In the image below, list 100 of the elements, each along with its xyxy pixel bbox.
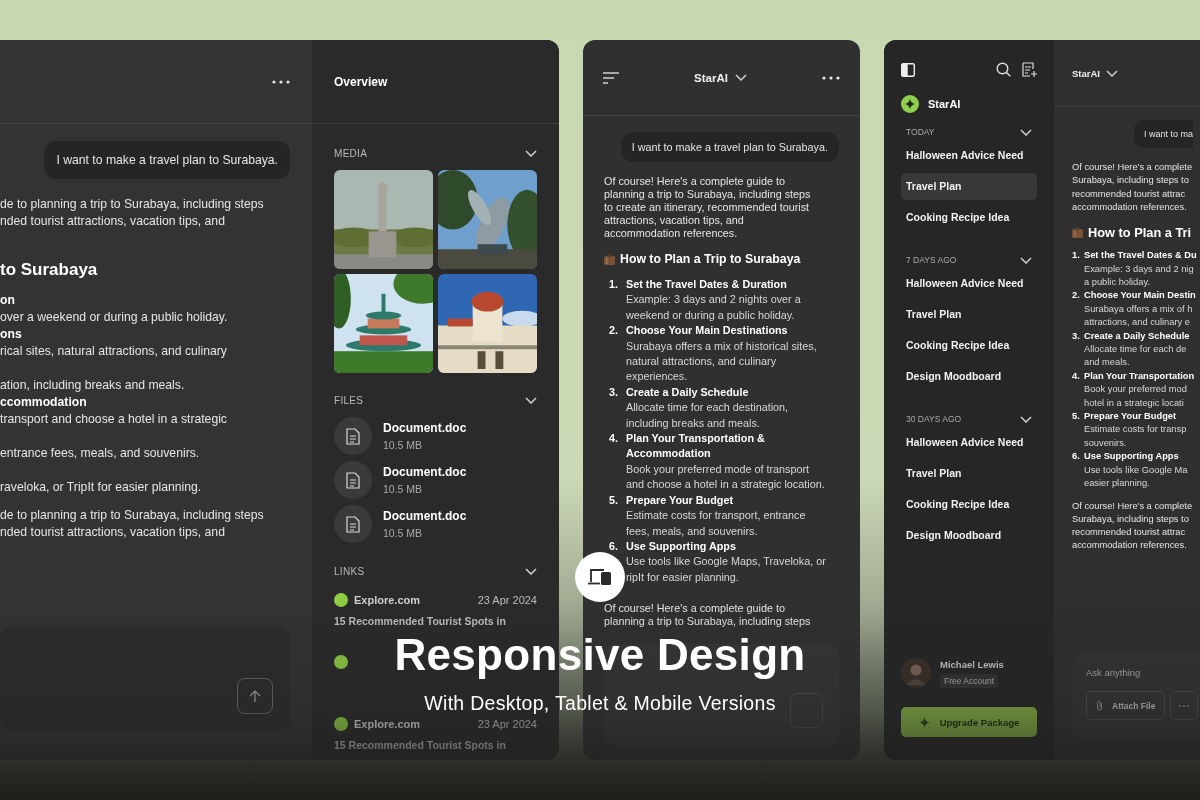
step-number: 3. bbox=[1072, 329, 1081, 343]
message-text: Surabaya, including steps to bbox=[1072, 512, 1190, 526]
message-text: planning a trip to Surabaya, including steps bbox=[604, 188, 812, 201]
section-label: MEDIA bbox=[334, 148, 368, 159]
user-name: Michael Lewis bbox=[940, 658, 1004, 670]
document-icon[interactable] bbox=[334, 505, 372, 543]
step-title: Create a Daily Schedule bbox=[626, 384, 750, 400]
step-text: Example: 3 days and 2 nig bbox=[1084, 262, 1195, 276]
send-button[interactable] bbox=[237, 678, 273, 714]
user-message: I want to make a travel plan to Surabaya. bbox=[44, 141, 290, 179]
more-icon[interactable] bbox=[822, 75, 840, 80]
step-number: 2. bbox=[609, 323, 619, 339]
chevron-down-icon[interactable] bbox=[1106, 69, 1118, 77]
message-input[interactable]: Ask anything bbox=[1086, 667, 1196, 678]
link-site[interactable]: Explore.com bbox=[354, 594, 421, 606]
step-title: ccommodation bbox=[0, 394, 88, 411]
message-heading: How to Plan a Tri bbox=[1088, 225, 1192, 241]
chevron-down-icon[interactable] bbox=[525, 397, 537, 404]
step-text: easier planning. bbox=[1084, 477, 1151, 491]
banner-subtitle: With Desktop, Tablet & Mobile Versions bbox=[424, 692, 776, 714]
step-text: Estimate costs for transp bbox=[1084, 423, 1187, 437]
search-icon[interactable] bbox=[996, 62, 1011, 77]
step-number: 1. bbox=[1072, 249, 1081, 263]
file-name[interactable]: Document.doc bbox=[383, 421, 467, 435]
step-text: souvenirs. bbox=[1084, 436, 1128, 450]
step-text: raveloka, or TripIt for easier planning. bbox=[0, 479, 203, 496]
chat-history-item[interactable]: Design Moodboard bbox=[901, 363, 1037, 390]
attach-button[interactable]: Attach File bbox=[1086, 691, 1166, 720]
document-icon[interactable] bbox=[334, 417, 372, 455]
menu-icon[interactable] bbox=[603, 71, 619, 84]
chevron-down-icon[interactable] bbox=[734, 74, 747, 81]
section-label: FILES bbox=[334, 395, 364, 406]
message-text: Of course! Here's a complete guide to bbox=[604, 602, 786, 616]
message-text: Of course! Here's a complete bbox=[1072, 499, 1194, 513]
chevron-down-icon[interactable] bbox=[1020, 415, 1032, 423]
app-name[interactable]: StarAI bbox=[694, 71, 728, 84]
new-chat-icon[interactable] bbox=[1022, 62, 1037, 77]
step-title: Create a Daily Schedule bbox=[1084, 329, 1190, 343]
step-text: including breaks and meals. bbox=[626, 415, 761, 431]
chat-history-item[interactable]: Halloween Advice Need bbox=[901, 142, 1037, 169]
message-text: accommodation references. bbox=[1072, 539, 1188, 553]
step-title: Choose Your Main Destin bbox=[1084, 289, 1196, 303]
file-size: 10.5 MB bbox=[383, 439, 424, 451]
group-label: TODAY bbox=[906, 127, 935, 137]
message-text: nded tourist attractions, vacation tips, and bbox=[0, 524, 226, 541]
message-text: accommodation references. bbox=[1072, 200, 1188, 214]
logo-icon bbox=[901, 95, 919, 113]
plan-badge: Free Account bbox=[940, 673, 999, 688]
link-title[interactable]: 15 Recommended Tourist Spots in bbox=[334, 615, 537, 628]
step-number: 1. bbox=[609, 277, 619, 292]
step-text: Allocate time for each destination, bbox=[626, 400, 789, 416]
group-label: 7 DAYS AGO bbox=[906, 255, 957, 265]
chat-history-item[interactable]: Cooking Recipe Idea bbox=[901, 491, 1037, 518]
message-text: attractions, vacation tips, and bbox=[604, 214, 745, 227]
chat-history-item[interactable]: Cooking Recipe Idea bbox=[901, 332, 1037, 359]
step-text: Estimate costs for transport, entrance bbox=[626, 508, 806, 524]
message-text: de to planning a trip to Surabaya, including steps bbox=[0, 196, 265, 213]
sidebar-toggle-icon[interactable] bbox=[901, 62, 915, 77]
chevron-down-icon[interactable] bbox=[1020, 128, 1032, 136]
site-icon bbox=[334, 593, 348, 607]
file-name[interactable]: Document.doc bbox=[383, 465, 467, 479]
chat-history-item[interactable]: Travel Plan bbox=[901, 173, 1037, 200]
link-site[interactable]: Explore.com bbox=[354, 718, 421, 730]
message-text: nded tourist attractions, vacation tips, and bbox=[0, 213, 226, 230]
paperclip-icon bbox=[1096, 700, 1103, 711]
step-text: Example: 3 days and 2 nights over a bbox=[626, 292, 801, 308]
step-text: natural attractions, and culinary bbox=[626, 354, 778, 370]
more-icon[interactable] bbox=[272, 79, 290, 84]
step-text: experiences. bbox=[626, 369, 689, 385]
chevron-down-icon[interactable] bbox=[1020, 256, 1032, 264]
step-title: Set the Travel Dates & Du bbox=[1084, 249, 1197, 263]
chat-history-item[interactable]: Cooking Recipe Idea bbox=[901, 204, 1037, 231]
chevron-down-icon[interactable] bbox=[525, 568, 537, 575]
step-title: Use Supporting Apps bbox=[1084, 450, 1180, 464]
link-date: 23 Apr 2024 bbox=[477, 594, 537, 606]
step-number: 5. bbox=[609, 492, 619, 508]
message-heading: How to Plan a Trip to Surabaya bbox=[620, 252, 801, 266]
step-text: Surabaya offers a mix of h bbox=[1084, 302, 1194, 316]
chat-history-item[interactable]: Halloween Advice Need bbox=[901, 429, 1037, 456]
app-name[interactable]: StarAI bbox=[1072, 67, 1100, 79]
document-icon[interactable] bbox=[334, 461, 372, 499]
step-number: 6. bbox=[609, 538, 619, 554]
step-number: 6. bbox=[1072, 450, 1081, 464]
step-title: Set the Travel Dates & Duration bbox=[626, 277, 788, 292]
step-text: fees, meals, and souvenirs. bbox=[626, 523, 759, 539]
step-number: 3. bbox=[609, 384, 619, 400]
chat-history-item[interactable]: Travel Plan bbox=[901, 460, 1037, 487]
chat-history-item[interactable]: Travel Plan bbox=[901, 301, 1037, 328]
file-name[interactable]: Document.doc bbox=[383, 509, 467, 523]
step-text: Surabaya offers a mix of historical sites, bbox=[626, 338, 817, 354]
step-text: and choose a hotel in a strategic location. bbox=[626, 477, 825, 493]
step-text: Use tools like Google Maps, Traveloka, or bbox=[626, 554, 826, 570]
step-text: Book your preferred mod bbox=[1084, 383, 1188, 397]
chat-history-item[interactable]: Halloween Advice Need bbox=[901, 270, 1037, 297]
step-title: Accommodation bbox=[626, 446, 712, 462]
message-input[interactable] bbox=[0, 627, 290, 730]
message-text: Of course! Here's a complete bbox=[1072, 161, 1194, 174]
user-message: I want to ma bbox=[1134, 120, 1194, 148]
chat-history-item[interactable]: Design Moodboard bbox=[901, 522, 1037, 549]
chevron-down-icon[interactable] bbox=[525, 150, 537, 157]
